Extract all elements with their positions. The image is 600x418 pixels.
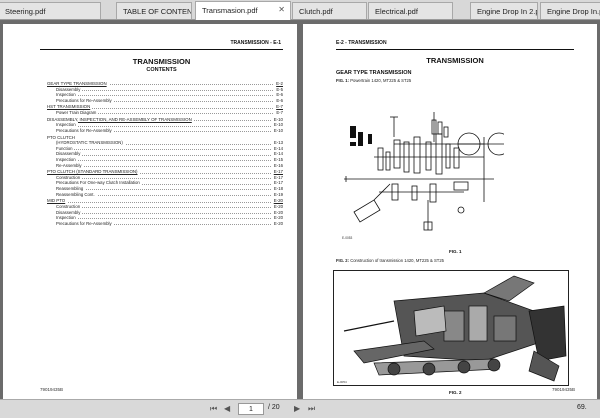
toc-entry-label: Precautions for Re-Assembly (47, 97, 114, 104)
toc-entry-page: E-16 (271, 162, 283, 169)
svg-text:E-0053: E-0053 (342, 236, 353, 240)
svg-text:E-0054: E-0054 (337, 380, 347, 384)
page-subtitle: CONTENTS (146, 67, 177, 73)
tab-label: TABLE OF CONTENT... (123, 7, 192, 16)
figure-label: FIG. 2 (449, 390, 462, 395)
figure-caption: FIG. 2: Construction of transmission 142… (336, 258, 444, 263)
toc-leader-dots (47, 207, 283, 209)
page-header: TRANSMISSION - E-1 (40, 40, 283, 50)
table-of-contents: GEAR TYPE TRANSMISSION E-2 Disassembly E-5 I… (47, 81, 283, 227)
toc-entry-label: Power Train Diagram (47, 110, 99, 116)
page-total: / 20 (268, 404, 280, 411)
toc-leader-dots (47, 95, 283, 97)
toc-entry[interactable]: Re-Assembly E-16 (47, 162, 283, 169)
figure-label: FIG. 1 (449, 249, 462, 254)
transmission-illustration: E-0054 (333, 270, 569, 386)
tab-label: Steering.pdf (5, 7, 46, 16)
status-bar: ⏮ ◀ 1 / 20 ▶ ⏭ 69. (0, 399, 600, 418)
toc-entry-label: Re-Assembly (47, 162, 84, 169)
page-footer: 79019435B (551, 387, 575, 392)
close-icon[interactable]: ✕ (278, 5, 285, 14)
tab-steering[interactable]: Steering.pdf (0, 2, 101, 19)
last-page-icon[interactable]: ⏭ (308, 404, 315, 414)
document-viewer[interactable]: TRANSMISSION - E-1 TRANSMISSION CONTENTS… (0, 21, 600, 399)
toc-entry[interactable]: Reassembling Cont. E-19 (47, 191, 283, 198)
toc-leader-dots (47, 154, 283, 156)
tab-label: Transmasion.pdf (202, 6, 258, 15)
tab-engine-drop-in-2[interactable]: Engine Drop In 2.pdf (470, 2, 538, 19)
zoom-level[interactable]: 69. (577, 404, 587, 411)
tab-label: Engine Drop In 2.pdf (477, 7, 537, 16)
page-footer: 79019435B (40, 387, 64, 392)
next-page-icon[interactable]: ▶ (294, 404, 300, 413)
tab-engine-drop-in[interactable]: Engine Drop In.pdf (540, 2, 600, 19)
toc-entry[interactable]: Precautions for Re-Assembly E-10 (47, 127, 283, 134)
toc-entry-page: E-6 (274, 97, 283, 104)
toc-entry-page: E-19 (271, 191, 283, 198)
page-number-input[interactable]: 1 (238, 403, 264, 415)
toc-entry-page: E-20 (271, 220, 283, 227)
toc-leader-dots (47, 218, 283, 220)
figure-caption-number: FIG. 2: (336, 258, 350, 263)
toc-leader-dots (47, 89, 283, 91)
figure-caption-text: Construction of transmission 1420, MT225… (350, 258, 445, 263)
tab-table-of-content[interactable]: TABLE OF CONTENT... (116, 2, 192, 19)
tab-label: Clutch.pdf (299, 7, 333, 16)
toc-leader-dots (47, 212, 283, 214)
toc-entry[interactable]: Precautions for Re-Assembly E-20 (47, 220, 283, 227)
toc-leader-dots (47, 125, 283, 127)
powertrain-diagram: E-0053 (342, 112, 504, 240)
page-header: E-2 - TRANSMISSION (336, 40, 574, 50)
tab-label: Electrical.pdf (375, 7, 418, 16)
section-heading: GEAR TYPE TRANSMISSION (336, 70, 412, 76)
toc-entry-page: E-10 (271, 127, 283, 134)
toc-leader-dots (47, 149, 283, 151)
tab-bar: Steering.pdf TABLE OF CONTENT... Transma… (0, 0, 600, 20)
toc-entry-label: Precautions for Re-Assembly (47, 220, 114, 227)
tab-clutch[interactable]: Clutch.pdf (292, 2, 367, 19)
toc-entry-label: Reassembling Cont. (47, 191, 97, 198)
toc-leader-dots (47, 201, 283, 203)
pdf-page-right: E-2 - TRANSMISSION TRANSMISSION GEAR TYP… (303, 24, 597, 399)
tab-electrical[interactable]: Electrical.pdf (368, 2, 453, 19)
toc-leader-dots (47, 178, 283, 180)
pdf-page-left: TRANSMISSION - E-1 TRANSMISSION CONTENTS… (3, 24, 297, 399)
tab-transmasion[interactable]: Transmasion.pdf ✕ (195, 1, 291, 20)
toc-entry[interactable]: Power Train Diagram E-7 (47, 110, 283, 116)
toc-entry[interactable]: Precautions for Re-Assembly E-6 (47, 97, 283, 104)
page-title: TRANSMISSION (132, 57, 191, 66)
toc-entry-label: Precautions for Re-Assembly (47, 127, 114, 134)
toc-entry-page: E-7 (274, 110, 283, 116)
first-page-icon[interactable]: ⏮ (210, 404, 217, 414)
tab-label: Engine Drop In.pdf (547, 7, 600, 16)
previous-page-icon[interactable]: ◀ (224, 404, 230, 413)
page-title: TRANSMISSION (426, 56, 484, 65)
toc-leader-dots (47, 160, 283, 162)
